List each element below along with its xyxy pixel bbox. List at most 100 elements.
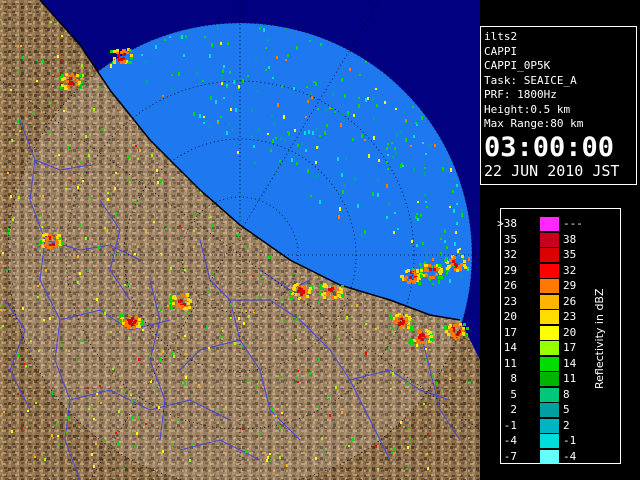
land-echo-pixel [280, 376, 282, 378]
legend-color-swatch [540, 434, 559, 448]
sea-echo-pixel [400, 131, 402, 134]
sea-echo-pixel [421, 116, 423, 120]
legend-row: 58 [501, 387, 601, 403]
sea-echo-pixel [343, 183, 345, 187]
sea-echo-pixel [432, 258, 434, 261]
land-echo-pixel [33, 111, 35, 113]
land-echo-pixel [390, 388, 392, 390]
sea-echo-pixel [226, 86, 228, 88]
storm-echo-pixel [325, 285, 328, 288]
sea-echo-pixel [317, 108, 319, 110]
legend-high-value: 14 [563, 356, 577, 370]
storm-echo-pixel [119, 319, 122, 322]
sea-echo-pixel [417, 218, 419, 221]
land-echo-pixel [198, 384, 200, 386]
land-echo-pixel [328, 398, 330, 400]
land-echo-pixel [193, 213, 195, 216]
storm-echo-pixel [463, 264, 466, 267]
land-echo-pixel [247, 379, 249, 382]
land-echo-pixel [160, 180, 162, 183]
sea-echo-pixel [416, 213, 418, 215]
land-echo-pixel [128, 337, 130, 340]
land-echo-pixel [104, 312, 106, 315]
sea-echo-pixel [373, 136, 375, 140]
sea-echo-pixel [334, 111, 336, 113]
land-echo-pixel [18, 196, 20, 199]
legend-high-value: 38 [563, 232, 577, 246]
storm-echo-pixel [410, 328, 413, 331]
sea-echo-pixel [338, 215, 340, 219]
sea-echo-pixel [227, 42, 229, 45]
sea-echo-pixel [462, 258, 464, 260]
sea-echo-pixel [271, 114, 273, 117]
storm-echo-pixel [189, 299, 192, 302]
legend-low-value: 32 [503, 248, 517, 261]
sea-echo-pixel [258, 127, 260, 131]
storm-echo-pixel [440, 268, 443, 271]
land-echo-pixel [160, 253, 162, 256]
land-echo-pixel [49, 317, 51, 320]
sea-echo-pixel [405, 138, 407, 142]
land-echo-pixel [184, 335, 186, 337]
land-echo-pixel [41, 226, 43, 228]
land-echo-pixel [469, 382, 471, 384]
land-echo-pixel [88, 408, 90, 410]
storm-echo-pixel [65, 73, 68, 76]
sea-echo-pixel [162, 95, 164, 97]
storm-echo-pixel [420, 269, 423, 272]
land-echo-pixel [193, 246, 195, 248]
sea-echo-pixel [386, 147, 388, 150]
land-echo-pixel [37, 296, 39, 298]
land-echo-pixel [116, 253, 118, 256]
sea-echo-pixel [315, 128, 317, 131]
land-echo-pixel [356, 304, 358, 307]
sea-echo-pixel [235, 108, 237, 112]
land-echo-pixel [131, 416, 133, 419]
land-echo-pixel [20, 45, 22, 47]
storm-echo-pixel [462, 332, 465, 335]
land-echo-pixel [36, 80, 38, 82]
storm-echo-pixel [398, 322, 401, 325]
sea-echo-pixel [412, 106, 414, 108]
storm-echo-pixel [450, 328, 453, 331]
land-echo-pixel [256, 385, 258, 388]
land-echo-pixel [61, 35, 63, 37]
sea-echo-pixel [309, 40, 311, 42]
storm-echo-pixel [419, 263, 422, 266]
sea-echo-pixel [361, 134, 363, 138]
sea-echo-pixel [257, 90, 259, 92]
land-echo-pixel [88, 154, 90, 157]
storm-echo-pixel [296, 283, 299, 286]
legend-row: 25 [501, 402, 601, 418]
sea-echo-pixel [280, 137, 282, 140]
storm-echo-pixel [423, 341, 426, 344]
land-echo-pixel [296, 318, 298, 321]
land-echo-pixel [145, 423, 147, 425]
storm-echo-pixel [174, 297, 177, 300]
land-echo-pixel [416, 344, 418, 347]
land-echo-pixel [117, 442, 119, 445]
sea-echo-pixel [145, 61, 147, 63]
sea-echo-pixel [400, 164, 402, 168]
storm-echo-pixel [415, 337, 418, 340]
sea-echo-pixel [387, 143, 389, 145]
sea-echo-pixel [329, 107, 331, 109]
land-echo-pixel [245, 310, 247, 312]
land-echo-pixel [106, 229, 108, 232]
storm-echo-pixel [135, 316, 138, 319]
land-echo-pixel [65, 188, 67, 190]
sea-echo-pixel [310, 195, 312, 197]
sea-echo-pixel [468, 257, 470, 261]
legend-high-value: 23 [563, 310, 577, 323]
land-echo-pixel [100, 402, 102, 404]
storm-echo-pixel [169, 306, 172, 309]
sea-echo-pixel [457, 249, 459, 253]
sea-echo-pixel [395, 108, 397, 110]
land-echo-pixel [85, 237, 87, 240]
sea-echo-pixel [422, 242, 424, 245]
sea-echo-pixel [438, 280, 440, 284]
sea-echo-pixel [222, 69, 224, 73]
land-echo-pixel [436, 382, 438, 385]
sea-echo-pixel [459, 253, 461, 256]
land-echo-pixel [10, 89, 12, 91]
